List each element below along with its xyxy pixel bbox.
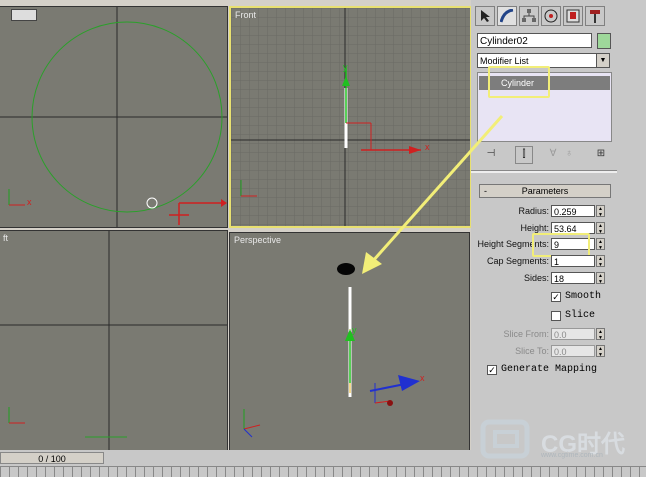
axis-x-label-top: x (27, 197, 32, 207)
generate-mapping-label: Generate Mapping (501, 364, 598, 375)
slice-to-label: Slice To: (515, 346, 549, 356)
top-view-graphics (0, 7, 227, 227)
height-segments-highlight (532, 233, 590, 257)
generate-mapping-checkbox[interactable]: ✓ (487, 365, 497, 375)
cap-segments-label: Cap Segments: (486, 256, 549, 266)
slice-to-row: Slice To: 0.0 ▲ ▼ (475, 345, 615, 359)
timeline-bar: 0 / 100 (0, 450, 471, 466)
command-panel: Cylinder02 Modifier List ▼ Cylinder ⊣ ⫿ … (471, 0, 646, 476)
cap-segments-row: Cap Segments: 1 ▲ ▼ (475, 255, 615, 269)
motion-tab[interactable] (541, 6, 561, 26)
sides-spinner[interactable]: ▲ ▼ (596, 272, 605, 285)
pin-stack-icon[interactable]: ⊣ (483, 146, 499, 162)
front-view-graphics (231, 8, 470, 226)
viewport-left[interactable]: ft (0, 230, 228, 452)
slice-label: Slice (565, 310, 596, 321)
perspective-viewport-label[interactable]: Perspective (234, 235, 281, 245)
display-icon (566, 9, 580, 23)
cap-segments-field[interactable]: 1 (551, 255, 595, 267)
slice-checkbox[interactable] (551, 311, 561, 321)
slice-to-field[interactable]: 0.0 (551, 345, 595, 357)
radius-label: Radius: (518, 206, 549, 216)
sides-row: Sides: 18 ▲ ▼ (475, 272, 615, 286)
object-name-field[interactable]: Cylinder02 (477, 33, 592, 48)
modify-icon (500, 9, 514, 23)
front-viewport-label[interactable]: Front (235, 10, 256, 20)
height-spinner[interactable]: ▲ ▼ (596, 222, 605, 235)
motion-icon (544, 9, 558, 23)
slice-from-field[interactable]: 0.0 (551, 328, 595, 340)
watermark-site: www.cgtime.com.cn (541, 452, 603, 459)
viewport-front[interactable]: Front y x (229, 6, 472, 228)
sides-field[interactable]: 18 (551, 272, 595, 284)
cylinder-highlight (488, 66, 550, 98)
modify-tab[interactable] (497, 6, 517, 26)
height-label: Height: (520, 223, 549, 233)
configure-sets-icon[interactable]: ⊞ (593, 146, 609, 162)
radius-row: Radius: 0.259 ▲ ▼ (475, 205, 615, 219)
smooth-checkbox[interactable]: ✓ (551, 292, 561, 302)
smooth-label: Smooth (565, 291, 602, 302)
watermark-logo: CG时代 www.cgtime.com.cn (479, 418, 639, 462)
panel-separator (471, 170, 617, 173)
viewport-top[interactable]: x (0, 6, 228, 228)
track-bar[interactable] (0, 466, 646, 477)
axis-y-label-front: y (343, 62, 348, 72)
axis-x-label-persp: x (420, 373, 425, 383)
parameters-rollout-header[interactable]: - Parameters (479, 184, 611, 198)
perspective-view-graphics (243, 263, 420, 438)
time-slider[interactable]: 0 / 100 (0, 452, 104, 464)
axis-x-label-front: x (425, 142, 430, 152)
watermark-emblem-icon (480, 419, 530, 459)
radius-spinner[interactable]: ▲ ▼ (596, 205, 605, 218)
viewport-perspective[interactable]: Perspective x y (229, 232, 470, 452)
slice-from-row: Slice From: 0.0 ▲ ▼ (475, 328, 615, 342)
slice-to-spinner[interactable]: ▲ ▼ (596, 345, 605, 358)
left-viewport-label[interactable]: ft (3, 233, 8, 243)
cap-segments-spinner[interactable]: ▲ ▼ (596, 255, 605, 268)
utilities-tab[interactable] (585, 6, 605, 26)
slice-from-label: Slice From: (503, 329, 549, 339)
create-tab[interactable] (475, 6, 495, 26)
create-icon (481, 10, 490, 22)
height-segments-spinner[interactable]: ▲ ▼ (596, 238, 605, 251)
slice-from-spinner[interactable]: ▲ ▼ (596, 328, 605, 341)
show-end-result-icon[interactable]: ⫿ (515, 146, 533, 164)
stack-toolbar: ⊣ ⫿ ∀ ♁ ⊞ (477, 144, 617, 164)
axis-y-label-persp: y (352, 325, 357, 335)
hammer-icon (590, 10, 600, 23)
sides-label: Sides: (523, 273, 549, 283)
object-color-swatch[interactable] (597, 33, 611, 49)
display-tab[interactable] (563, 6, 583, 26)
make-unique-icon[interactable]: ∀ (545, 146, 561, 162)
remove-modifier-icon[interactable]: ♁ (561, 146, 577, 162)
radius-field[interactable]: 0.259 (551, 205, 595, 217)
chevron-down-icon[interactable]: ▼ (596, 54, 609, 67)
rollout-title: Parameters (521, 186, 569, 196)
modifier-list-label: Modifier List (480, 56, 529, 66)
viewport-icons[interactable] (11, 9, 37, 21)
left-view-graphics (0, 231, 227, 451)
collapse-icon: - (484, 186, 487, 196)
parameters-rollout: - Parameters Radius: 0.259 ▲ ▼ Height: 53… (475, 176, 617, 406)
hierarchy-icon (522, 9, 536, 22)
hierarchy-tab[interactable] (519, 6, 539, 26)
